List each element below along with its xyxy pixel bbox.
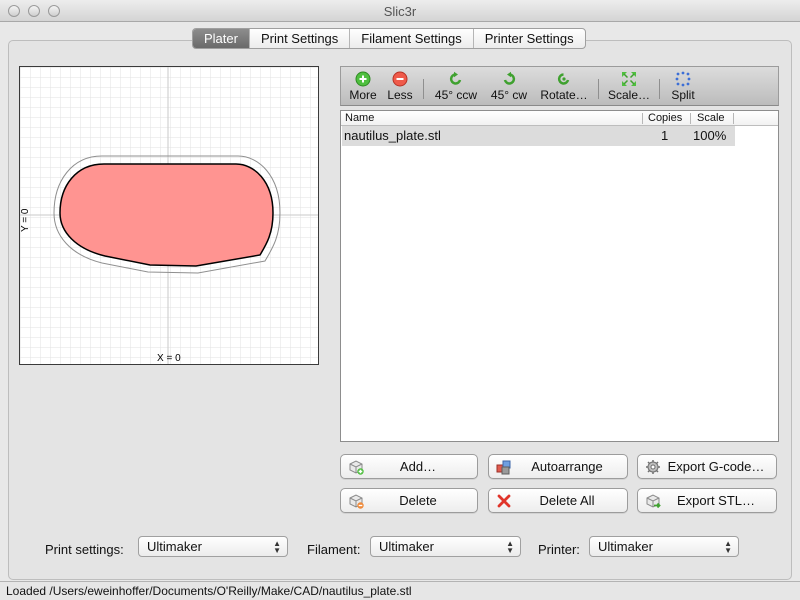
rotate-cw-button[interactable]: 45° cw <box>486 69 532 105</box>
title-bar: Slic3r <box>0 0 800 22</box>
object-scale-cell: 100% <box>693 128 727 143</box>
less-button[interactable]: Less <box>384 69 416 105</box>
print-settings-label: Print settings: <box>45 542 124 557</box>
print-settings-value: Ultimaker <box>147 539 202 554</box>
toolbar-separator <box>659 79 660 99</box>
split-label: Split <box>671 88 695 102</box>
object-name-cell: nautilus_plate.stl <box>344 128 441 143</box>
object-copies-cell: 1 <box>661 128 669 143</box>
rotate-label: Rotate… <box>540 88 588 102</box>
select-arrows-icon: ▲ ▼ <box>724 539 732 555</box>
select-arrows-icon: ▲ ▼ <box>506 539 514 555</box>
column-divider <box>690 113 691 124</box>
select-arrows-icon: ▲ ▼ <box>273 539 281 555</box>
tab-filament-settings[interactable]: Filament Settings <box>350 29 474 48</box>
export-stl-icon <box>646 494 661 509</box>
tab-plater[interactable]: Plater <box>193 29 250 48</box>
rotate-ccw-button[interactable]: 45° ccw <box>430 69 482 105</box>
y-axis-label: Y = 0 <box>20 208 31 232</box>
toolbar-separator <box>598 79 599 99</box>
x-axis-label: X = 0 <box>157 353 181 364</box>
rotate-button[interactable]: Rotate… <box>537 69 591 105</box>
add-label: Add… <box>399 459 437 474</box>
autoarrange-button[interactable]: Autoarrange <box>488 454 628 479</box>
delete-button[interactable]: Delete <box>340 488 478 513</box>
delete-object-icon <box>349 494 364 509</box>
gear-icon <box>646 460 660 474</box>
printer-label: Printer: <box>538 542 580 557</box>
bed-preview[interactable]: X = 0 Y = 0 <box>19 66 319 365</box>
more-button[interactable]: More <box>346 69 380 105</box>
column-divider <box>733 113 734 124</box>
bed-preview-canvas: X = 0 Y = 0 <box>20 67 318 364</box>
autoarrange-icon <box>496 460 511 475</box>
window-title: Slic3r <box>383 4 417 19</box>
status-text: Loaded /Users/eweinhoffer/Documents/O'Re… <box>6 584 412 598</box>
table-row[interactable]: nautilus_plate.stl 1 100% <box>341 126 778 146</box>
less-label: Less <box>387 88 413 102</box>
plus-circle-icon <box>355 71 371 87</box>
tab-printer-settings[interactable]: Printer Settings <box>474 29 585 48</box>
add-button[interactable]: Add… <box>340 454 478 479</box>
split-button[interactable]: Split <box>666 69 700 105</box>
object-list[interactable]: Name Copies Scale nautilus_plate.stl 1 1… <box>340 110 779 442</box>
column-header-scale[interactable]: Scale <box>697 112 725 124</box>
rotate-ccw-icon <box>449 71 462 85</box>
export-stl-button[interactable]: Export STL… <box>637 488 777 513</box>
delete-all-button[interactable]: Delete All <box>488 488 628 513</box>
filament-value: Ultimaker <box>379 539 434 554</box>
tab-print-settings[interactable]: Print Settings <box>250 29 351 48</box>
print-settings-select[interactable]: Ultimaker ▲ ▼ <box>138 536 288 557</box>
column-header-name[interactable]: Name <box>345 112 374 124</box>
split-icon <box>675 71 691 87</box>
printer-select[interactable]: Ultimaker ▲ ▼ <box>589 536 739 557</box>
printer-value: Ultimaker <box>598 539 653 554</box>
filament-select[interactable]: Ultimaker ▲ ▼ <box>370 536 521 557</box>
export-gcode-label: Export G-code… <box>667 459 765 474</box>
scale-arrows-icon <box>622 72 636 86</box>
export-stl-label: Export STL… <box>676 493 756 508</box>
rotate-cw-label: 45° cw <box>490 88 528 102</box>
column-divider <box>642 113 643 124</box>
object-nautilus-plate[interactable] <box>59 163 274 267</box>
tab-bar: Plater Print Settings Filament Settings … <box>192 28 586 49</box>
minus-circle-icon <box>392 71 408 87</box>
delete-label: Delete <box>399 493 437 508</box>
add-object-icon <box>349 460 364 475</box>
delete-all-label: Delete All <box>539 493 595 508</box>
rotate-icon <box>557 73 570 85</box>
status-bar: Loaded /Users/eweinhoffer/Documents/O'Re… <box>0 581 800 600</box>
export-gcode-button[interactable]: Export G-code… <box>637 454 777 479</box>
scale-label: Scale… <box>607 88 651 102</box>
plater-toolbar: More Less 45° ccw 45° cw Rotate… Scale… <box>340 66 779 106</box>
autoarrange-label: Autoarrange <box>531 459 603 474</box>
column-header-copies[interactable]: Copies <box>648 112 682 124</box>
more-label: More <box>349 88 377 102</box>
filament-label: Filament: <box>307 542 361 557</box>
toolbar-separator <box>423 79 424 99</box>
scale-button[interactable]: Scale… <box>605 69 653 105</box>
red-x-icon <box>497 494 511 508</box>
object-list-header: Name Copies Scale <box>341 111 778 126</box>
rotate-ccw-label: 45° ccw <box>434 88 478 102</box>
rotate-cw-icon <box>503 71 516 85</box>
